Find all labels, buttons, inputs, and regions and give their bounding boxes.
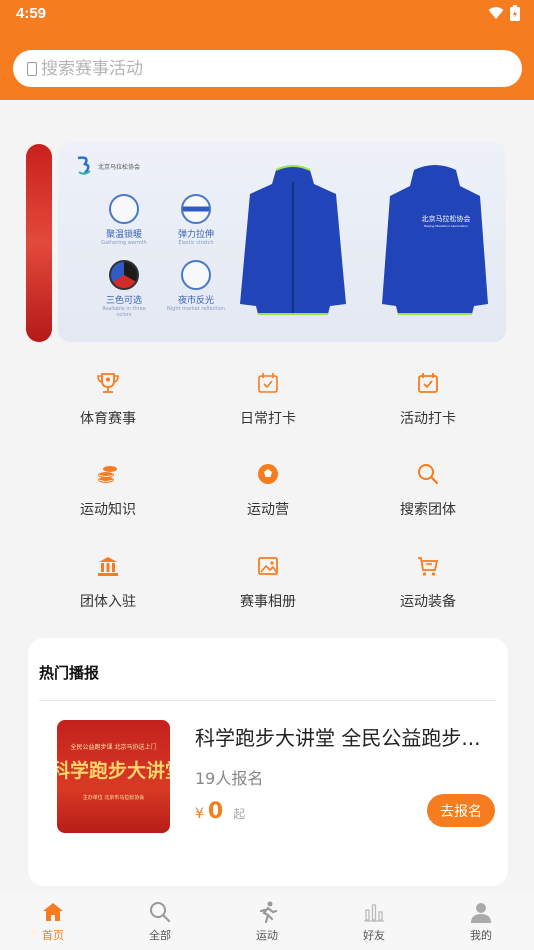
cloud-icon <box>109 194 139 224</box>
calendar-check-icon <box>418 373 438 393</box>
home-icon <box>43 903 63 921</box>
feature-sub: Elastic stretch <box>178 240 214 246</box>
poster-main-text: 科学跑步大讲堂 <box>57 760 170 782</box>
tab-label: 我的 <box>470 929 492 942</box>
feature-title: 弹力拉伸 <box>177 230 214 240</box>
jacket-front-image <box>240 165 346 315</box>
jacket-print-text: 北京马拉松协会 Beijing Marathon Association <box>414 214 478 228</box>
wifi-icon <box>488 7 504 19</box>
jacket-print-title: 北京马拉松协会 <box>421 215 471 223</box>
football-icon <box>258 464 278 484</box>
event-poster[interactable]: 全民公益跑步课 北京马协送上门 科学跑步大讲堂 主办单位 北京市马拉松协会 <box>57 720 170 833</box>
menu-item-label: 日常打卡 <box>240 411 296 427</box>
jacket-back-image <box>382 165 488 315</box>
battery-icon <box>510 5 520 21</box>
feature-title: 夜市反光 <box>177 296 214 306</box>
feature-title: 三色可选 <box>105 296 142 306</box>
tab-label: 好友 <box>363 929 385 942</box>
feature-warmth: 聚温锁暖 Gathering warmth <box>94 194 154 246</box>
price-from: 起 <box>233 807 246 821</box>
jacket-print-sub: Beijing Marathon Association <box>424 224 468 228</box>
hot-broadcast-card: 热门播报 全民公益跑步课 北京马协送上门 科学跑步大讲堂 主办单位 北京市马拉松… <box>28 638 508 886</box>
tab-home[interactable]: 首页 <box>13 900 93 943</box>
feature-reflect: 夜市反光 Night market reflection <box>166 260 226 312</box>
tab-label: 全部 <box>149 929 171 942</box>
section-title: 热门播报 <box>39 664 100 682</box>
banner-slide[interactable]: 北京马拉松协会 聚温锁暖 Gathering warmth 弹力拉伸 Elast… <box>58 142 506 342</box>
marathon-logo-icon <box>77 156 91 175</box>
logo-text: 北京马拉松协会 <box>98 163 141 171</box>
runner-icon <box>259 901 278 924</box>
signup-button[interactable]: 去报名 <box>427 794 495 827</box>
poster-sub-text: 主办单位 北京市马拉松协会 <box>82 795 145 801</box>
signup-count: 19人报名 <box>195 769 264 788</box>
banner-carousel[interactable]: 北京马拉松协会 聚温锁暖 Gathering warmth 弹力拉伸 Elast… <box>26 142 506 342</box>
menu-item-activity-checkin[interactable]: 活动打卡 <box>348 370 508 428</box>
tab-sport[interactable]: 运动 <box>227 900 307 943</box>
tab-label: 运动 <box>256 929 278 942</box>
poster-top-text: 全民公益跑步课 北京马协送上门 <box>70 744 157 751</box>
feature-sub: Gathering warmth <box>101 240 147 246</box>
menu-item-sports-knowledge[interactable]: 运动知识 <box>28 461 188 519</box>
menu-item-label: 搜索团体 <box>400 502 456 518</box>
coins-stack-icon <box>98 466 117 483</box>
feature-title: 聚温锁暖 <box>105 230 142 240</box>
status-bar: 4:59 <box>0 0 534 28</box>
status-icons <box>488 5 520 21</box>
association-logo: 北京马拉松协会 <box>76 156 140 176</box>
menu-item-label: 活动打卡 <box>400 411 456 427</box>
menu-item-event-album[interactable]: 赛事相册 <box>188 553 348 611</box>
reflect-icon <box>181 260 211 290</box>
menu-item-sports-gear[interactable]: 运动装备 <box>348 553 508 611</box>
search-icon <box>418 464 439 485</box>
bottom-tab-bar: 首页 全部 运动 好友 我的 <box>0 892 534 950</box>
menu-item-daily-checkin[interactable]: 日常打卡 <box>188 370 348 428</box>
menu-item-sports-camp[interactable]: 运动营 <box>188 461 348 519</box>
menu-item-label: 运动装备 <box>400 594 456 610</box>
search-bar[interactable] <box>13 50 522 87</box>
calendar-check-icon <box>258 373 278 393</box>
event-price: ¥ 0 起 <box>195 799 245 824</box>
price-value: 0 <box>207 799 224 824</box>
menu-item-label: 赛事相册 <box>240 594 296 610</box>
tab-all[interactable]: 全部 <box>120 900 200 943</box>
cart-icon <box>418 557 439 576</box>
feature-colors: 三色可选 Available in three colors <box>94 260 154 318</box>
search-input[interactable] <box>41 58 481 79</box>
stretch-icon <box>181 194 211 224</box>
divider <box>39 700 496 701</box>
header: 4:59 <box>0 0 534 100</box>
price-currency: ¥ <box>195 806 204 822</box>
feature-stretch: 弹力拉伸 Elastic stretch <box>166 194 226 246</box>
menu-item-search-group[interactable]: 搜索团体 <box>348 461 508 519</box>
building-icon <box>98 557 118 576</box>
image-icon <box>258 557 278 575</box>
menu-item-label: 体育赛事 <box>80 411 136 427</box>
menu-item-label: 团体入驻 <box>80 594 136 610</box>
feature-sub: Night market reflection <box>167 306 225 312</box>
tab-friends[interactable]: 好友 <box>334 900 414 943</box>
event-title[interactable]: 科学跑步大讲堂 全民公益跑步... <box>195 722 505 751</box>
feature-sub: Available in three colors <box>102 306 146 318</box>
search-icon <box>150 902 171 923</box>
person-icon <box>471 903 491 923</box>
status-time: 4:59 <box>16 5 47 22</box>
menu-item-label: 运动知识 <box>80 502 136 518</box>
bar-chart-icon <box>364 904 384 922</box>
search-icon <box>27 61 37 76</box>
menu-item-sports-events[interactable]: 体育赛事 <box>28 370 188 428</box>
menu-item-label: 运动营 <box>247 502 289 518</box>
menu-item-group-join[interactable]: 团体入驻 <box>28 553 188 611</box>
trophy-icon <box>97 373 119 393</box>
tab-mine[interactable]: 我的 <box>441 900 521 943</box>
tab-label: 首页 <box>42 929 64 942</box>
tricolor-icon <box>109 260 139 290</box>
banner-prev-slide[interactable] <box>26 144 52 342</box>
